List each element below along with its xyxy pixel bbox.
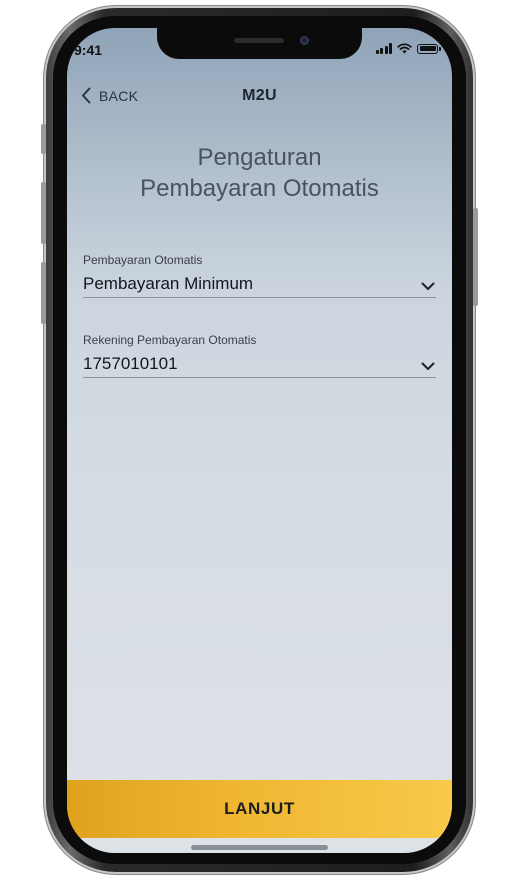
cellular-signal-icon: [375, 43, 392, 54]
notch: [157, 28, 362, 59]
volume-up-button: [41, 182, 46, 244]
payment-account-value: 1757010101: [83, 354, 178, 373]
front-camera: [300, 36, 309, 45]
status-time: 9:41: [74, 42, 103, 58]
page-title-line-2: Pembayaran Otomatis: [140, 175, 379, 202]
battery-icon: [417, 43, 441, 54]
status-icons: [375, 43, 441, 54]
page-title-line-1: Pengaturan: [197, 144, 322, 171]
page-title: Pengaturan Pembayaran Otomatis: [67, 142, 452, 204]
speaker-grille: [234, 38, 284, 43]
payment-account-select[interactable]: 1757010101: [83, 351, 436, 378]
payment-type-select[interactable]: Pembayaran Minimum: [83, 271, 436, 298]
continue-button[interactable]: LANJUT: [67, 780, 452, 838]
payment-account-dropdown[interactable]: Rekening Pembayaran Otomatis 1757010101: [83, 333, 436, 378]
chevron-down-icon: [421, 282, 435, 290]
volume-down-button: [41, 262, 46, 324]
payment-type-value: Pembayaran Minimum: [83, 274, 254, 293]
chevron-left-icon: [82, 87, 91, 104]
home-indicator: [191, 845, 328, 850]
mute-switch: [41, 124, 46, 154]
chevron-down-icon: [421, 362, 435, 370]
wifi-icon: [397, 43, 412, 54]
payment-type-dropdown[interactable]: Pembayaran Otomatis Pembayaran Minimum: [83, 253, 436, 298]
payment-account-label: Rekening Pembayaran Otomatis: [83, 333, 257, 347]
back-button[interactable]: BACK: [81, 87, 138, 104]
payment-type-label: Pembayaran Otomatis: [83, 253, 203, 267]
back-label: BACK: [99, 87, 139, 104]
app-screen: 9:41 BACK M2U Pengaturan Pembayaran Otom…: [67, 28, 452, 853]
power-button: [473, 208, 478, 306]
